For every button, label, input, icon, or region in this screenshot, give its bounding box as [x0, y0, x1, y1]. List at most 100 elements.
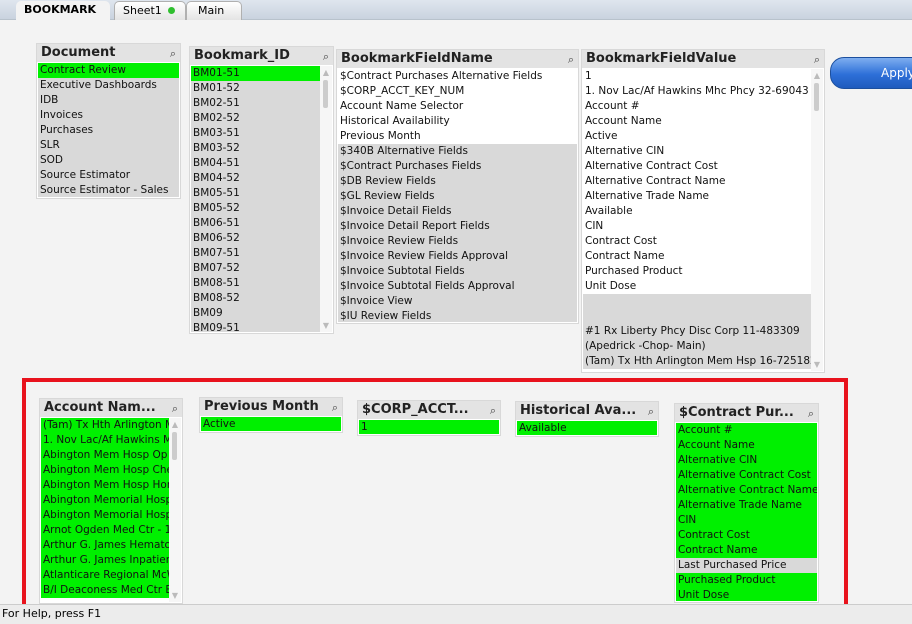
list-item[interactable]: 1. Nov Lac/Af Hawkins Mhc Phcy 32-69043 — [583, 84, 811, 99]
list-item[interactable]: CIN — [583, 219, 811, 234]
list-item[interactable]: (Tam) Tx Hth Arlington Mem Hsp 16-725182 — [583, 354, 811, 369]
list-item[interactable]: BM07-51 — [191, 246, 320, 261]
list-item[interactable] — [583, 294, 811, 309]
list-item[interactable]: $Invoice Detail Fields — [338, 204, 577, 219]
list-item[interactable]: #1 Rx Liberty Phcy Disc Corp 11-483309 — [583, 324, 811, 339]
list-item[interactable]: Account Name Selector — [338, 99, 577, 114]
list-item[interactable]: Contract Review — [38, 63, 179, 78]
list-item[interactable]: BM08-52 — [191, 291, 320, 306]
list-item[interactable]: Previous Month — [338, 129, 577, 144]
list-item[interactable]: $DB Review Fields — [338, 174, 577, 189]
list-item[interactable]: Contract Cost — [676, 528, 817, 543]
list-item[interactable]: Contract Name — [583, 249, 811, 264]
listbox-bookmark-id[interactable]: Bookmark_ID ⌕ BM01-51 BM01-52 BM02-51 BM02-52… — [189, 46, 334, 334]
listbox-corp-acct[interactable]: $CORP_ACCT... ⌕ 1 — [357, 400, 501, 436]
list-item[interactable]: Invoices — [38, 108, 179, 123]
list-item[interactable]: BM01-52 — [191, 81, 320, 96]
list-item[interactable]: 1 — [359, 420, 499, 434]
list-item[interactable]: $CORP_ACCT_KEY_NUM — [338, 84, 577, 99]
list-item[interactable]: BM02-51 — [191, 96, 320, 111]
list-item[interactable]: BM08-51 — [191, 276, 320, 291]
list-item[interactable]: Account Name — [676, 438, 817, 453]
scrollbar[interactable]: ▲ ▼ — [320, 66, 332, 332]
list-item[interactable]: Abington Memorial Hospitl — [41, 508, 169, 523]
scroll-down-icon[interactable]: ▼ — [320, 321, 332, 330]
list-item[interactable]: Active — [583, 129, 811, 144]
list-item[interactable]: $Invoice Subtotal Fields Approval — [338, 279, 577, 294]
list-item[interactable]: Source Estimator — [38, 168, 179, 183]
listbox-bookmark-field-name[interactable]: BookmarkFieldName ⌕ $Contract Purchases Al… — [336, 49, 579, 324]
listbox-contract-purchases[interactable]: $Contract Pur... ⌕ Account # Account Name Al… — [674, 403, 819, 603]
list-item[interactable]: Alternative Contract Name — [676, 483, 817, 498]
search-icon[interactable]: ⌕ — [568, 51, 574, 68]
list-item[interactable]: CIN — [676, 513, 817, 528]
list-item[interactable]: Historical Availability — [338, 114, 577, 129]
list-item[interactable]: Arthur G. James Inpatient — [41, 553, 169, 568]
list-item[interactable]: Available — [583, 204, 811, 219]
list-item[interactable]: Abington Mem Hosp Op Clinic — [41, 448, 169, 463]
apply-button[interactable]: Apply — [830, 57, 912, 89]
search-icon[interactable]: ⌕ — [170, 45, 176, 62]
list-item[interactable]: Unit Dose — [583, 279, 811, 294]
list-item[interactable]: BM04-52 — [191, 171, 320, 186]
scroll-down-icon[interactable]: ▼ — [169, 591, 181, 600]
list-item[interactable]: BM06-51 — [191, 216, 320, 231]
list-item[interactable]: $GL Review Fields — [338, 189, 577, 204]
listbox-account-name[interactable]: Account Nam... ⌕(Tam) Tx Hth Arlington Me… — [39, 398, 183, 604]
list-item[interactable]: Alternative Contract Cost — [676, 468, 817, 483]
list-item[interactable]: 1. Nov Lac/Af Hawkins Mhc Phcy — [41, 433, 169, 448]
tab-bookmark[interactable]: BOOKMARK — [16, 1, 110, 20]
list-item[interactable]: Arnot Ogden Med Ctr - 129 — [41, 523, 169, 538]
scroll-thumb[interactable] — [814, 83, 819, 111]
list-item[interactable]: Purchased Product — [583, 264, 811, 279]
search-icon[interactable]: ⌕ — [172, 400, 178, 417]
listbox-document[interactable]: Document ⌕ Contract Review Executive Dashbo… — [36, 43, 181, 199]
scroll-up-icon[interactable]: ▲ — [811, 71, 823, 80]
list-item[interactable]: Last Purchased Price — [676, 558, 817, 573]
list-item[interactable]: Abington Mem Hosp Chemo — [41, 463, 169, 478]
list-item[interactable]: Source Estimator - Sales — [38, 183, 179, 197]
list-item[interactable]: BM09 — [191, 306, 320, 321]
scroll-down-icon[interactable]: ▼ — [811, 360, 823, 369]
list-item[interactable]: BM07-52 — [191, 261, 320, 276]
scroll-thumb[interactable] — [323, 80, 328, 108]
list-item[interactable]: (Apedrick -Chop- Main) — [583, 339, 811, 354]
scroll-up-icon[interactable]: ▲ — [169, 420, 181, 429]
list-item[interactable]: Contract Cost — [583, 234, 811, 249]
tab-sheet1[interactable]: Sheet1 — [114, 1, 186, 20]
list-item[interactable]: Account Name — [583, 114, 811, 129]
list-item[interactable]: Account # — [676, 423, 817, 438]
list-item[interactable]: Available — [517, 421, 657, 435]
list-item[interactable] — [583, 309, 811, 324]
list-item[interactable]: Abington Memorial Hospital — [41, 493, 169, 508]
listbox-historical-availability[interactable]: Historical Ava... ⌕ Available — [515, 401, 659, 437]
search-icon[interactable]: ⌕ — [323, 48, 329, 65]
search-icon[interactable]: ⌕ — [808, 405, 814, 422]
list-item[interactable]: Account # — [583, 99, 811, 114]
listbox-previous-month[interactable]: Previous Month ⌕ Active — [199, 397, 343, 433]
list-item[interactable]: $Contract Purchases Fields — [338, 159, 577, 174]
list-item[interactable]: Unit Dose — [676, 588, 817, 601]
list-item[interactable]: $Contract Purchases Alternative Fields — [338, 69, 577, 84]
list-item[interactable]: BM09-51 — [191, 321, 320, 332]
scrollbar[interactable]: ▲ ▼ — [169, 418, 181, 602]
tab-main[interactable]: Main — [186, 1, 242, 20]
list-item[interactable]: BM04-51 — [191, 156, 320, 171]
list-item[interactable]: $340B Alternative Fields — [338, 144, 577, 159]
list-item[interactable]: Alternative Trade Name — [676, 498, 817, 513]
list-item[interactable]: BM05-51 — [191, 186, 320, 201]
search-icon[interactable]: ⌕ — [648, 403, 654, 420]
list-item[interactable]: BM03-51 — [191, 126, 320, 141]
search-icon[interactable]: ⌕ — [490, 402, 496, 419]
list-item[interactable]: BM06-52 — [191, 231, 320, 246]
scrollbar[interactable]: ▲ ▼ — [811, 69, 823, 371]
list-item[interactable]: Alternative CIN — [583, 144, 811, 159]
listbox-bookmark-field-value[interactable]: BookmarkFieldValue ⌕ 1 1. Nov Lac/Af Hawkin… — [581, 49, 825, 373]
list-item[interactable]: BM01-51 — [191, 66, 320, 81]
list-item[interactable]: BM03-52 — [191, 141, 320, 156]
list-item[interactable]: Purchases — [38, 123, 179, 138]
list-item[interactable]: BM02-52 — [191, 111, 320, 126]
list-item[interactable]: (Tam) Tx Hth Arlington Mem Hsp — [41, 418, 169, 433]
list-item[interactable]: 1 — [583, 69, 811, 84]
list-item[interactable]: $Invoice Review Fields Approval — [338, 249, 577, 264]
